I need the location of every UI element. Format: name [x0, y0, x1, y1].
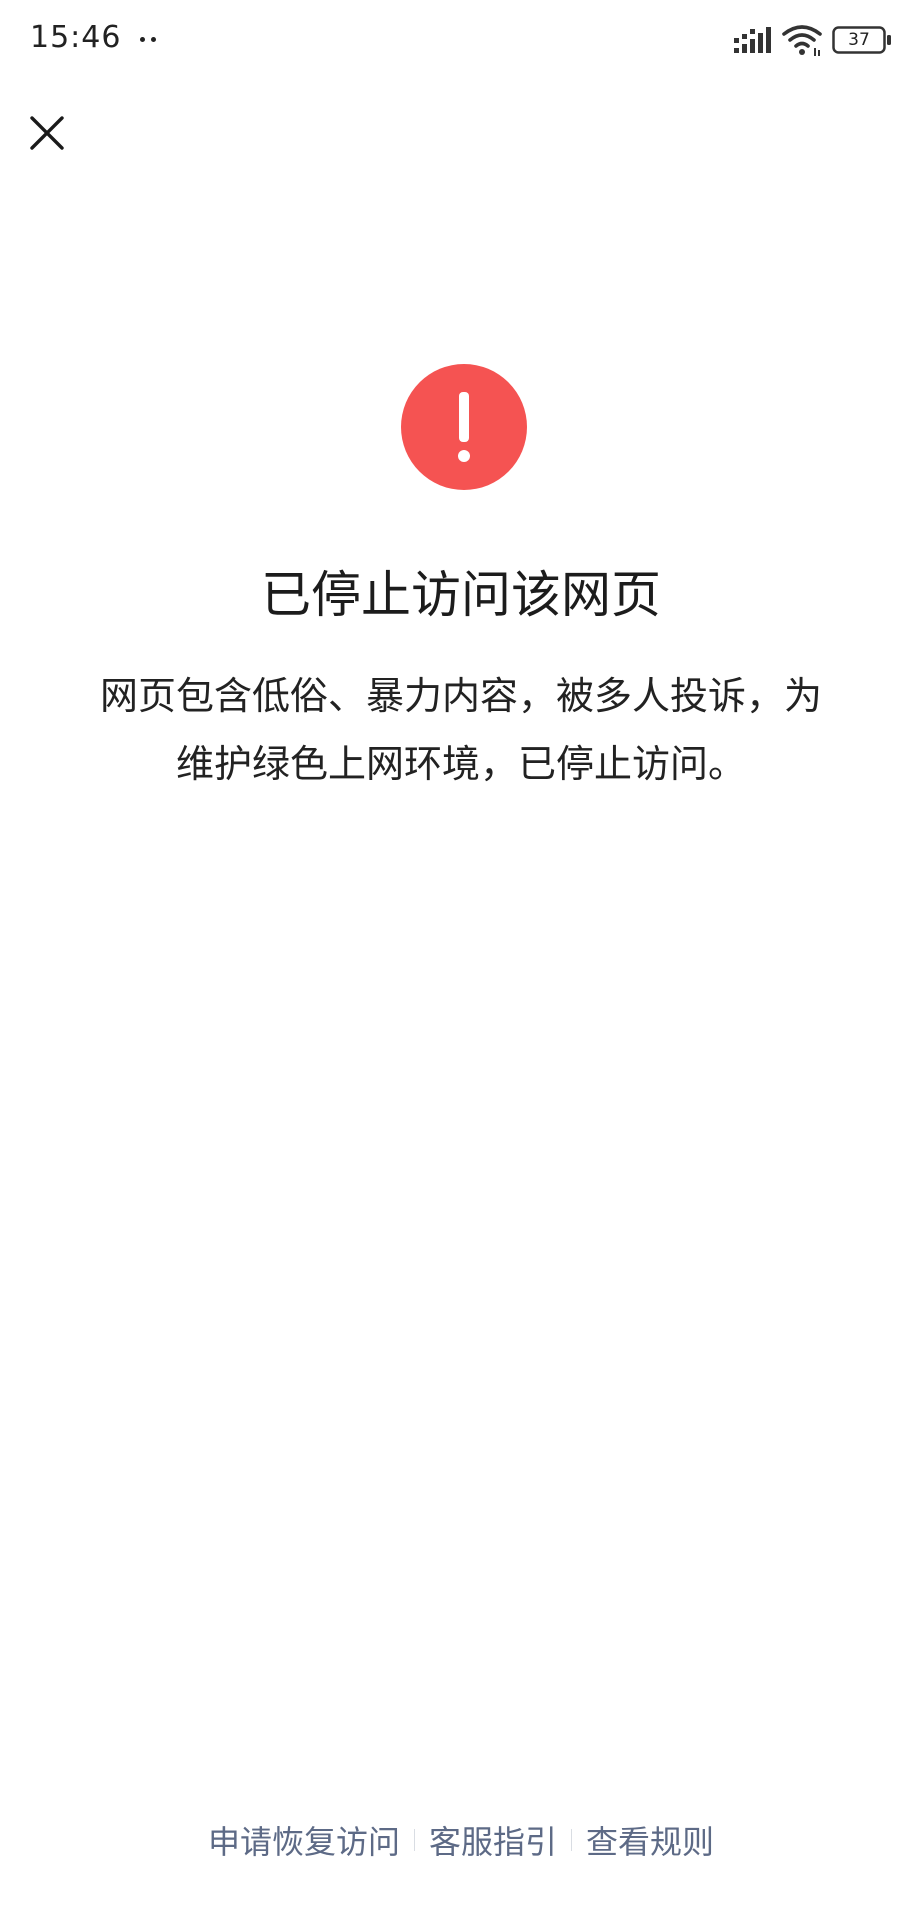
battery-level: 37 [848, 30, 870, 50]
message-line-2: 维护绿色上网环境，已停止访问。 [175, 742, 746, 786]
wifi-icon [782, 25, 822, 56]
footer-links: 申请恢复访问 客服指引 查看规则 [0, 1815, 922, 1865]
page-title: 已停止访问该网页 [261, 566, 661, 624]
message-line-1: 网页包含低俗、暴力内容，被多人投诉，为 [99, 674, 822, 718]
close-icon [30, 116, 64, 150]
signal-icon [734, 27, 771, 53]
status-bar: 15:46 37 [0, 0, 922, 82]
exclamation-icon [458, 392, 470, 462]
close-button[interactable] [22, 108, 72, 158]
request-restore-access-link[interactable]: 申请恢复访问 [194, 1817, 414, 1863]
status-time: 15:46 [30, 20, 122, 55]
customer-service-guide-link[interactable]: 客服指引 [415, 1817, 571, 1863]
notification-dots-icon [140, 37, 160, 45]
view-rules-link[interactable]: 查看规则 [572, 1817, 728, 1863]
warning-badge [401, 364, 527, 490]
blocked-message: 网页包含低俗、暴力内容，被多人投诉，为 维护绿色上网环境，已停止访问。 [70, 662, 852, 798]
